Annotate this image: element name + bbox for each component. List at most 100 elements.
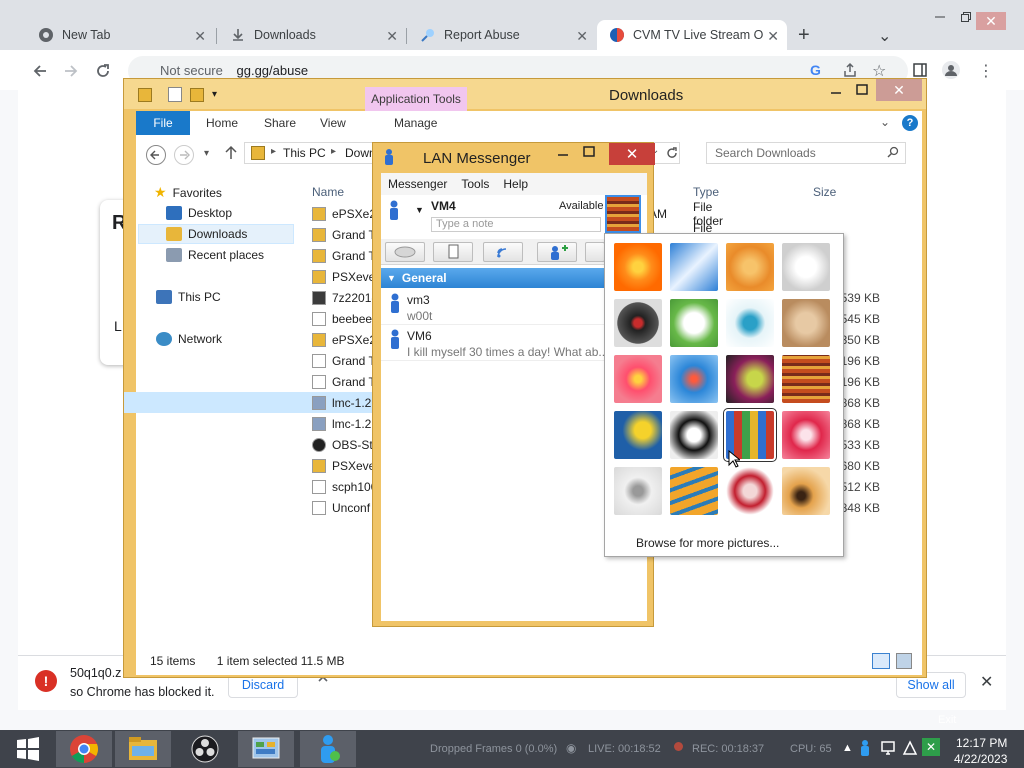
avatar-picture-border-collie[interactable] <box>670 411 718 459</box>
column-type[interactable]: Type <box>693 185 719 199</box>
ribbon-tab-home[interactable]: Home <box>192 111 252 135</box>
browse-pictures-link[interactable]: Browse for more pictures... <box>636 536 779 550</box>
qat-dropdown-icon[interactable]: ▾ <box>212 89 217 100</box>
tray-expand-icon[interactable]: ▲ <box>842 742 853 754</box>
start-button[interactable] <box>0 731 56 767</box>
avatar-picture-roller-coaster[interactable] <box>670 243 718 291</box>
help-icon[interactable]: ? <box>902 115 918 131</box>
back-icon[interactable] <box>146 145 166 165</box>
avatar-picture-yellow-leaf[interactable] <box>614 411 662 459</box>
refresh-icon[interactable] <box>665 146 679 163</box>
avatar-picture-fabric[interactable] <box>782 355 830 403</box>
close-download-bar-icon[interactable]: ✕ <box>980 672 993 692</box>
avatar-picture-record-player[interactable] <box>614 299 662 347</box>
tab-new-tab[interactable]: New Tab ✕ <box>26 20 214 50</box>
status-dropdown-icon[interactable]: ▼ <box>415 205 424 215</box>
menu-help[interactable]: Help <box>496 177 535 191</box>
avatar-picture-jacks[interactable] <box>614 467 662 515</box>
clock-time[interactable]: 12:17 PM <box>956 736 1007 750</box>
minimize-icon[interactable] <box>830 85 842 100</box>
search-input[interactable]: Search Downloads <box>706 142 906 164</box>
chrome-close-button[interactable]: ✕ <box>976 12 1006 30</box>
action-center-tray-icon[interactable] <box>902 740 918 759</box>
network-tray-icon[interactable] <box>880 740 896 759</box>
menu-messenger[interactable]: Messenger <box>381 177 454 191</box>
lan-messenger-tray-icon[interactable] <box>858 740 874 756</box>
close-icon[interactable]: ✕ <box>386 28 398 45</box>
avatar-picture-starfish[interactable] <box>726 243 774 291</box>
note-input[interactable]: Type a note <box>431 217 601 232</box>
column-size[interactable]: Size <box>813 185 836 199</box>
details-view-icon[interactable] <box>872 653 890 669</box>
avatar-picture-kitten[interactable] <box>782 299 830 347</box>
taskbar-file-explorer[interactable] <box>115 731 171 767</box>
tab-label: Report Abuse <box>444 28 520 42</box>
up-icon[interactable] <box>224 145 238 164</box>
ribbon-tab-file[interactable]: File <box>136 111 190 135</box>
ribbon-tab-share[interactable]: Share <box>250 111 310 135</box>
explorer-close-button[interactable]: ✕ <box>876 79 922 101</box>
taskbar-control-panel[interactable] <box>238 731 294 767</box>
chrome-menu-icon[interactable]: ⋮ <box>978 61 994 81</box>
back-icon[interactable] <box>27 58 53 84</box>
user-avatar[interactable] <box>605 195 641 233</box>
new-tab-button[interactable]: + <box>798 24 810 47</box>
maximize-icon[interactable] <box>856 84 868 99</box>
avatar-picture-stairs[interactable] <box>670 467 718 515</box>
obs-tray-icon[interactable]: ✕ <box>922 738 940 756</box>
tab-cvm-tv[interactable]: CVM TV Live Stream On ✕ <box>597 20 787 50</box>
google-translate-icon[interactable]: G <box>810 62 821 78</box>
avatar-picture-robot-dog[interactable] <box>782 243 830 291</box>
minimize-icon[interactable] <box>557 147 569 162</box>
avatar-picture-red-star[interactable] <box>782 411 830 459</box>
maximize-icon[interactable] <box>583 146 595 161</box>
breadcrumb-this-pc[interactable]: This PC <box>283 146 326 160</box>
folder-icon <box>312 248 326 263</box>
avatar-picture-paper-crane[interactable] <box>726 467 774 515</box>
add-contact-button[interactable] <box>537 242 577 262</box>
obs-rec-time: REC: 00:18:37 <box>692 743 765 755</box>
avatar-picture-guitar[interactable] <box>782 467 830 515</box>
taskbar-chrome[interactable] <box>56 731 112 767</box>
avatar-picture-orange-flower[interactable] <box>614 243 662 291</box>
ribbon-expand-icon[interactable]: ⌄ <box>880 115 890 129</box>
minimize-icon[interactable] <box>934 10 946 26</box>
tab-downloads[interactable]: Downloads ✕ <box>218 20 406 50</box>
clock-date[interactable]: 4/22/2023 <box>954 752 1007 766</box>
lan-messenger-close-button[interactable]: ✕ <box>609 143 655 165</box>
avatar-picture-ferris-wheel[interactable] <box>670 355 718 403</box>
forward-icon[interactable] <box>174 145 194 165</box>
avatar-picture-gyroscope[interactable] <box>726 299 774 347</box>
close-icon[interactable]: ✕ <box>576 28 588 45</box>
properties-icon[interactable] <box>168 87 182 102</box>
new-folder-icon[interactable] <box>190 88 204 102</box>
avatar-picture-ball[interactable] <box>726 355 774 403</box>
column-name[interactable]: Name <box>312 185 344 199</box>
large-icons-view-icon[interactable] <box>896 653 912 669</box>
forward-icon[interactable] <box>58 58 84 84</box>
restore-icon[interactable] <box>960 10 972 26</box>
taskbar-obs[interactable] <box>177 731 233 767</box>
close-icon[interactable]: ✕ <box>767 28 779 45</box>
more-tools-button[interactable] <box>585 242 605 262</box>
chat-button[interactable] <box>385 242 425 262</box>
reload-icon[interactable] <box>90 58 116 84</box>
recent-locations-icon[interactable]: ▾ <box>204 148 209 159</box>
avatar-picture-lucky-cat[interactable] <box>670 299 718 347</box>
avatar-picture-pink-flower[interactable] <box>614 355 662 403</box>
nav-favorites[interactable]: ★ Favorites <box>154 184 222 201</box>
taskbar-lan-messenger[interactable] <box>300 731 356 767</box>
menu-tools[interactable]: Tools <box>454 177 496 191</box>
broadcast-button[interactable] <box>483 242 523 262</box>
breadcrumb-separator: ▸ <box>271 146 277 157</box>
profile-avatar-icon[interactable] <box>942 61 960 82</box>
user-status-icon[interactable] <box>389 200 399 223</box>
download-blocked-message: so Chrome has blocked it. <box>70 685 215 699</box>
ribbon-tab-view[interactable]: View <box>306 111 360 135</box>
ribbon-tab-manage[interactable]: Manage <box>380 111 451 135</box>
tab-report-abuse[interactable]: Report Abuse ✕ <box>408 20 596 50</box>
send-file-button[interactable] <box>433 242 473 262</box>
file-name: OBS-Stu <box>332 437 376 452</box>
close-icon[interactable]: ✕ <box>194 28 206 45</box>
tab-search-button[interactable]: ⌄ <box>878 26 891 46</box>
